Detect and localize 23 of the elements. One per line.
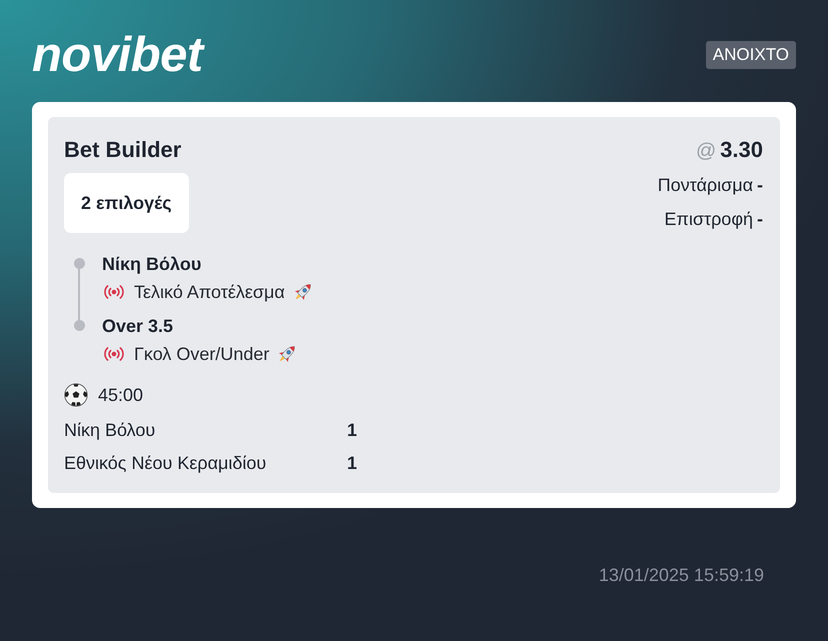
market-name: Τελικό Αποτέλεσμα bbox=[134, 281, 285, 304]
market-name: Γκολ Over/Under bbox=[134, 343, 270, 366]
match-clock: 45:00 bbox=[98, 384, 144, 406]
timeline-dot bbox=[74, 320, 85, 331]
return-label: Επιστροφή bbox=[664, 208, 753, 231]
team-score: 1 bbox=[347, 452, 358, 475]
selection-name: Over 3.5 bbox=[102, 315, 174, 338]
status-badge: ΑΝΟΙΧΤΟ bbox=[706, 41, 796, 69]
selections-toggle[interactable]: 2 επιλογές bbox=[64, 173, 189, 233]
stake-label: Ποντάρισμα bbox=[658, 174, 753, 197]
selection-name: Νίκη Βόλου bbox=[102, 253, 202, 276]
team-name: Εθνικός Νέου Κεραμιδίου bbox=[64, 452, 268, 475]
soccer-ball-icon bbox=[64, 383, 88, 407]
bet-title: Bet Builder bbox=[64, 136, 182, 164]
team-name: Νίκη Βόλου bbox=[64, 419, 156, 442]
stake-value: - bbox=[757, 174, 763, 197]
odds-prefix: @ bbox=[696, 139, 716, 164]
odds-value: 3.30 bbox=[720, 136, 763, 164]
timestamp-text: 13/01/2025 15:59:19 bbox=[598, 564, 765, 587]
team-score: 1 bbox=[347, 419, 358, 442]
return-value: - bbox=[757, 208, 763, 231]
timeline-dot bbox=[74, 258, 85, 269]
brand-logo[interactable]: novibet bbox=[32, 30, 203, 80]
